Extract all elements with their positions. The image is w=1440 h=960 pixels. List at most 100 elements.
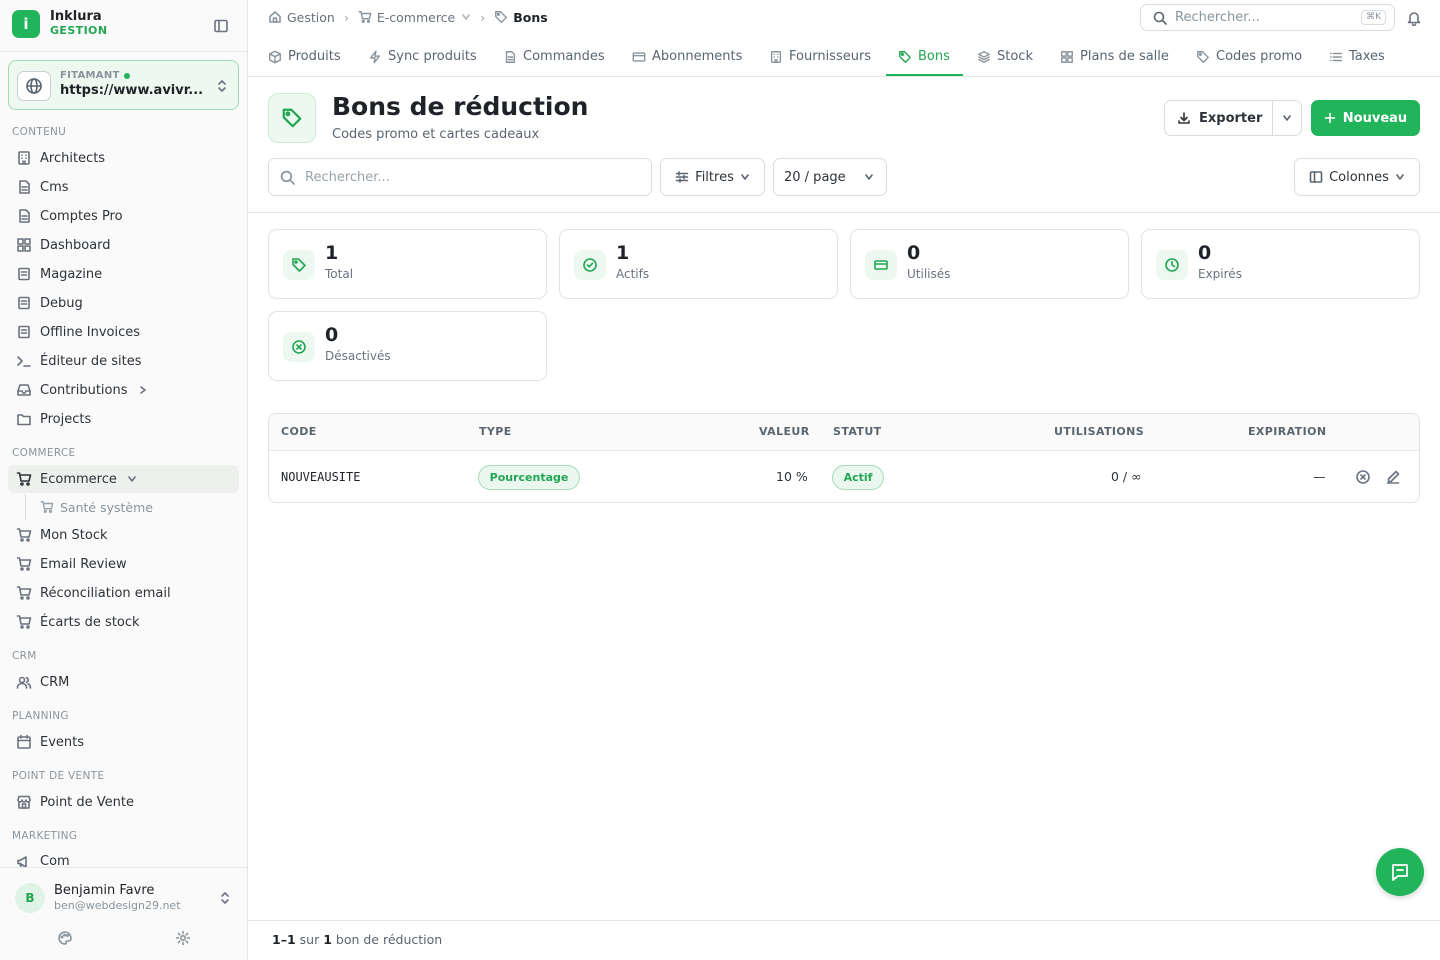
site-url: https://www.avivr... xyxy=(60,83,204,98)
sidebar-item-dashboard[interactable]: Dashboard xyxy=(8,231,239,259)
status-badge: Actif xyxy=(832,465,884,490)
tab-label: Plans de salle xyxy=(1080,49,1169,64)
sidebar-item-label: Cms xyxy=(40,179,69,195)
sidebar-subitem-sante-systeme[interactable]: Santé système xyxy=(40,495,153,519)
export-dropdown-button[interactable] xyxy=(1273,113,1301,123)
columns-label: Colonnes xyxy=(1329,169,1389,185)
sidebar-item-contributions[interactable]: Contributions xyxy=(8,376,239,404)
sidebar-item-label: Projects xyxy=(40,411,92,427)
gear-icon[interactable] xyxy=(175,930,191,946)
sidebar-item-cms[interactable]: Cms xyxy=(8,173,239,201)
download-icon xyxy=(1178,112,1190,124)
sidebar-item-ecommerce[interactable]: Ecommerce xyxy=(8,465,239,493)
sidebar-subitem-label: Santé système xyxy=(60,499,153,515)
tab-produits[interactable]: Produits xyxy=(268,37,341,76)
tab-codes-promo[interactable]: Codes promo xyxy=(1196,37,1302,76)
columns-icon xyxy=(1309,171,1323,183)
tab-sync-produits[interactable]: Sync produits xyxy=(368,37,477,76)
sidebar-item-crm[interactable]: CRM xyxy=(8,668,239,696)
tree-line xyxy=(25,494,26,520)
breadcrumb-gestion[interactable]: Gestion xyxy=(287,10,335,25)
column-header-type[interactable]: TYPE xyxy=(479,425,512,438)
stat-card-total[interactable]: 1 Total xyxy=(268,229,547,299)
sidebar-item-reconciliation-email[interactable]: Réconciliation email xyxy=(8,579,239,607)
sidebar-item-label: Point de Vente xyxy=(40,794,135,810)
edit-icon[interactable] xyxy=(1385,469,1401,485)
table-header: CODE TYPE VALEUR STATUT UTILISATIONS EXP… xyxy=(269,414,1419,451)
column-header-code[interactable]: CODE xyxy=(281,425,317,438)
sidebar-item-comptes-pro[interactable]: Comptes Pro xyxy=(8,202,239,230)
per-page-value: 20 / page xyxy=(784,169,846,185)
tab-taxes[interactable]: Taxes xyxy=(1329,37,1385,76)
sidebar-item-editeur-de-sites[interactable]: Éditeur de sites xyxy=(8,347,239,375)
sidebar-item-mon-stock[interactable]: Mon Stock xyxy=(8,521,239,549)
column-header-statut[interactable]: STATUT xyxy=(833,425,882,438)
chat-icon xyxy=(1392,864,1408,881)
stat-card-desactives[interactable]: 0 Désactivés xyxy=(268,311,547,381)
sidebar-item-architects[interactable]: Architects xyxy=(8,144,239,172)
sidebar-item-magazine[interactable]: Magazine xyxy=(8,260,239,288)
search-input[interactable]: Rechercher... xyxy=(268,158,652,196)
tab-label: Abonnements xyxy=(652,49,743,64)
sidebar-item-point-de-vente[interactable]: Point de Vente xyxy=(8,788,239,816)
chevron-right-icon xyxy=(139,386,146,394)
tab-label: Bons xyxy=(918,49,950,64)
chevron-down-icon[interactable] xyxy=(461,12,471,22)
site-switcher[interactable]: FITAMANT https://www.avivr... xyxy=(8,60,239,110)
cell-expiration: — xyxy=(1313,469,1326,484)
tab-plans-de-salle[interactable]: Plans de salle xyxy=(1060,37,1169,76)
card-icon xyxy=(632,51,646,62)
tab-bons[interactable]: Bons xyxy=(898,37,950,76)
export-label: Exporter xyxy=(1199,110,1263,126)
stat-card-utilises[interactable]: 0 Utilisés xyxy=(850,229,1129,299)
breadcrumb-ecommerce[interactable]: E-commerce xyxy=(377,10,455,25)
columns-button[interactable]: Colonnes xyxy=(1294,158,1420,196)
column-header-utilisations[interactable]: UTILISATIONS xyxy=(1054,425,1144,438)
global-search-input[interactable]: Rechercher... ⌘K xyxy=(1140,4,1395,31)
column-header-valeur[interactable]: VALEUR xyxy=(759,425,810,438)
sidebar-item-ecarts-de-stock[interactable]: Écarts de stock xyxy=(8,608,239,636)
tab-fournisseurs[interactable]: Fournisseurs xyxy=(769,37,871,76)
sidebar-item-label: CRM xyxy=(40,674,70,690)
sidebar-item-events[interactable]: Events xyxy=(8,728,239,756)
palette-icon[interactable] xyxy=(57,930,73,946)
sidebar-item-debug[interactable]: Debug xyxy=(8,289,239,317)
tab-label: Stock xyxy=(997,49,1033,64)
divider xyxy=(0,51,247,52)
section-planning: PLANNING xyxy=(12,710,69,722)
stat-card-expires[interactable]: 0 Expirés xyxy=(1141,229,1420,299)
tab-stock[interactable]: Stock xyxy=(977,37,1033,76)
bell-icon[interactable] xyxy=(1406,10,1422,26)
per-page-select[interactable]: 20 / page xyxy=(773,158,887,196)
chevrons-up-down-icon[interactable] xyxy=(219,890,231,906)
list-icon xyxy=(1330,52,1342,61)
tab-abonnements[interactable]: Abonnements xyxy=(632,37,742,76)
brand[interactable]: i Inklura GESTION xyxy=(12,10,107,38)
export-button[interactable]: Exporter xyxy=(1165,101,1274,135)
deactivate-icon[interactable] xyxy=(1355,469,1371,485)
globe-icon xyxy=(17,71,51,101)
sidebar-collapse-icon[interactable] xyxy=(213,18,229,34)
sidebar-item-projects[interactable]: Projects xyxy=(8,405,239,433)
page-title: Bons de réduction xyxy=(332,92,589,121)
avatar[interactable]: B xyxy=(15,883,45,913)
section-crm: CRM xyxy=(12,650,37,662)
sidebar-item-email-review[interactable]: Email Review xyxy=(8,550,239,578)
inbox-icon xyxy=(17,384,31,396)
calendar-icon xyxy=(17,734,31,749)
vouchers-table: CODE TYPE VALEUR STATUT UTILISATIONS EXP… xyxy=(268,413,1420,503)
chat-button[interactable] xyxy=(1376,848,1424,896)
cart-icon xyxy=(16,615,32,629)
sidebar-item-offline-invoices[interactable]: Offline Invoices xyxy=(8,318,239,346)
stat-card-actifs[interactable]: 1 Actifs xyxy=(559,229,838,299)
new-voucher-button[interactable]: Nouveau xyxy=(1311,100,1420,136)
column-header-expiration[interactable]: EXPIRATION xyxy=(1248,425,1326,438)
divider xyxy=(248,920,1440,921)
sidebar-item-com[interactable]: Com xyxy=(8,848,239,867)
tab-commandes[interactable]: Commandes xyxy=(503,37,605,76)
divider xyxy=(0,867,247,868)
sidebar-item-label: Réconciliation email xyxy=(40,585,171,601)
filters-button[interactable]: Filtres xyxy=(660,158,765,196)
stat-label: Utilisés xyxy=(907,267,951,281)
store-icon xyxy=(17,795,31,809)
